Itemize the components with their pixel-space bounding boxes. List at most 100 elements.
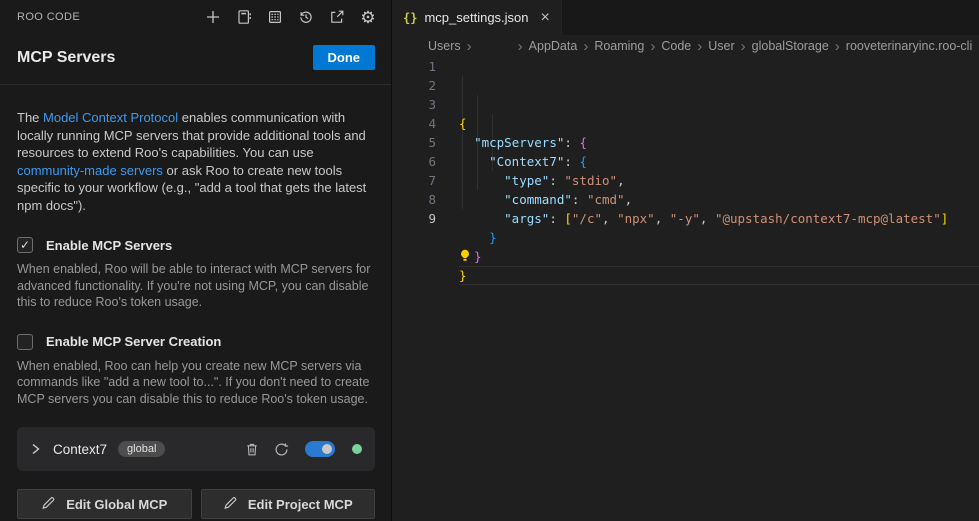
code-token: ] bbox=[941, 211, 949, 226]
code-token bbox=[459, 230, 489, 245]
checkmark-icon: ✓ bbox=[20, 239, 30, 251]
code-token: "@upstash/context7-mcp@latest" bbox=[715, 211, 941, 226]
link-community-made-servers[interactable]: community-made servers bbox=[17, 163, 163, 178]
code-line[interactable]: "command": "cmd", bbox=[459, 190, 979, 209]
lightbulb-icon[interactable] bbox=[459, 248, 474, 267]
code-token: , bbox=[655, 211, 670, 226]
code-token: { bbox=[579, 154, 587, 169]
tab-filename: mcp_settings.json bbox=[424, 10, 528, 25]
breadcrumb-item[interactable]: AppData bbox=[529, 39, 578, 53]
edit-project-mcp-button[interactable]: Edit Project MCP bbox=[201, 489, 376, 519]
code-line[interactable]: { bbox=[459, 114, 979, 133]
code-token: } bbox=[474, 249, 482, 264]
checkbox-label: Enable MCP Server Creation bbox=[46, 334, 221, 349]
code-token: "/c" bbox=[572, 211, 602, 226]
intro-text-part: The bbox=[17, 110, 43, 125]
code-token bbox=[459, 173, 504, 188]
code-token: } bbox=[459, 268, 467, 283]
breadcrumb-item[interactable]: Roaming bbox=[594, 39, 644, 53]
edit-global-mcp-button[interactable]: Edit Global MCP bbox=[17, 489, 192, 519]
breadcrumb-separator: › bbox=[467, 39, 472, 54]
chevron-right-icon[interactable] bbox=[30, 442, 42, 456]
setting-enable-mcp-servers: ✓ Enable MCP Servers When enabled, Roo w… bbox=[17, 237, 375, 311]
line-number: 8 bbox=[392, 190, 436, 209]
notebook-icon[interactable] bbox=[235, 8, 253, 26]
code-token: , bbox=[700, 211, 715, 226]
code-token: "args" bbox=[504, 211, 549, 226]
code-line[interactable]: "type": "stdio", bbox=[459, 171, 979, 190]
code-line[interactable]: "mcpServers": { bbox=[459, 133, 979, 152]
panel-header: ROO CODE ⚙︎ bbox=[0, 0, 391, 34]
breadcrumb-separator: › bbox=[835, 39, 840, 54]
breadcrumb-separator: › bbox=[583, 39, 588, 54]
code-token: { bbox=[579, 135, 587, 150]
editor-area: {} mcp_settings.json × Users › › AppData › Ro… bbox=[392, 0, 979, 521]
line-number: 7 bbox=[392, 171, 436, 190]
code-line[interactable]: "Context7": { bbox=[459, 152, 979, 171]
trash-icon[interactable] bbox=[243, 440, 261, 458]
vscode-window: ROO CODE ⚙︎ MCP bbox=[0, 0, 979, 521]
gear-icon[interactable]: ⚙︎ bbox=[359, 8, 377, 26]
breadcrumb-item[interactable]: Users bbox=[428, 39, 461, 53]
restart-icon[interactable] bbox=[272, 440, 290, 458]
done-button[interactable]: Done bbox=[313, 45, 376, 70]
code-token: [ bbox=[564, 211, 572, 226]
code-token: , bbox=[625, 192, 633, 207]
popout-icon[interactable] bbox=[328, 8, 346, 26]
code-token: "type" bbox=[504, 173, 549, 188]
mcp-edit-actions: Edit Global MCP Edit Project MCP bbox=[17, 489, 375, 519]
panel-content: The Model Context Protocol enables commu… bbox=[0, 85, 391, 519]
code-content[interactable]: { "mcpServers": { "Context7": { "type": … bbox=[436, 57, 979, 521]
breadcrumb-item[interactable]: Code bbox=[661, 39, 691, 53]
intro-text: The Model Context Protocol enables commu… bbox=[17, 109, 375, 214]
line-number: 6 bbox=[392, 152, 436, 171]
code-line[interactable]: "args": ["/c", "npx", "-y", "@upstash/co… bbox=[459, 209, 979, 228]
code-token: : bbox=[549, 211, 564, 226]
mcp-server-row: Context7 global bbox=[17, 427, 375, 471]
breadcrumb-item[interactable]: User bbox=[708, 39, 734, 53]
code-line[interactable]: } bbox=[459, 247, 979, 266]
server-scope-badge: global bbox=[118, 441, 165, 457]
tab-mcp-settings[interactable]: {} mcp_settings.json × bbox=[392, 0, 562, 35]
toggle-knob bbox=[322, 444, 332, 454]
button-label: Edit Global MCP bbox=[66, 497, 167, 512]
roo-code-panel: ROO CODE ⚙︎ MCP bbox=[0, 0, 392, 521]
server-icon[interactable] bbox=[266, 8, 284, 26]
line-numbers: 123456789 bbox=[392, 57, 436, 521]
code-token: "cmd" bbox=[587, 192, 625, 207]
line-number: 4 bbox=[392, 114, 436, 133]
code-token: : bbox=[564, 154, 579, 169]
code-token bbox=[459, 192, 504, 207]
setting-description: When enabled, Roo will be able to intera… bbox=[17, 261, 375, 311]
code-token: "command" bbox=[504, 192, 572, 207]
code-token: "Context7" bbox=[489, 154, 564, 169]
server-enabled-toggle[interactable] bbox=[305, 441, 335, 457]
breadcrumb-item[interactable]: rooveterinaryinc.roo-cli bbox=[846, 39, 972, 53]
code-token: : bbox=[572, 192, 587, 207]
line-number: 3 bbox=[392, 95, 436, 114]
breadcrumb-item[interactable]: globalStorage bbox=[752, 39, 829, 53]
history-icon[interactable] bbox=[297, 8, 315, 26]
json-icon: {} bbox=[403, 11, 417, 25]
pencil-icon bbox=[41, 496, 55, 513]
code-editor[interactable]: 123456789 { "mcpServers": { "Context7": … bbox=[392, 57, 979, 521]
enable-mcp-servers-checkbox[interactable]: ✓ bbox=[17, 237, 33, 253]
code-token: "npx" bbox=[617, 211, 655, 226]
pencil-icon bbox=[223, 496, 237, 513]
extension-title: ROO CODE bbox=[17, 11, 80, 23]
plus-icon[interactable] bbox=[204, 8, 222, 26]
breadcrumb-separator: › bbox=[518, 39, 523, 54]
code-token: , bbox=[617, 173, 625, 188]
code-line[interactable]: } bbox=[459, 266, 979, 285]
setting-description: When enabled, Roo can help you create ne… bbox=[17, 358, 375, 408]
line-number: 9 bbox=[392, 209, 436, 228]
enable-mcp-server-creation-checkbox[interactable]: ✓ bbox=[17, 334, 33, 350]
code-line[interactable]: } bbox=[459, 228, 979, 247]
code-token: "stdio" bbox=[564, 173, 617, 188]
link-model-context-protocol[interactable]: Model Context Protocol bbox=[43, 110, 178, 125]
breadcrumb-separator: › bbox=[697, 39, 702, 54]
close-icon[interactable]: × bbox=[541, 10, 550, 26]
server-status-dot bbox=[352, 444, 362, 454]
checkbox-label: Enable MCP Servers bbox=[46, 238, 172, 253]
breadcrumb: Users››AppData›Roaming›Code›User›globalS… bbox=[392, 35, 979, 57]
